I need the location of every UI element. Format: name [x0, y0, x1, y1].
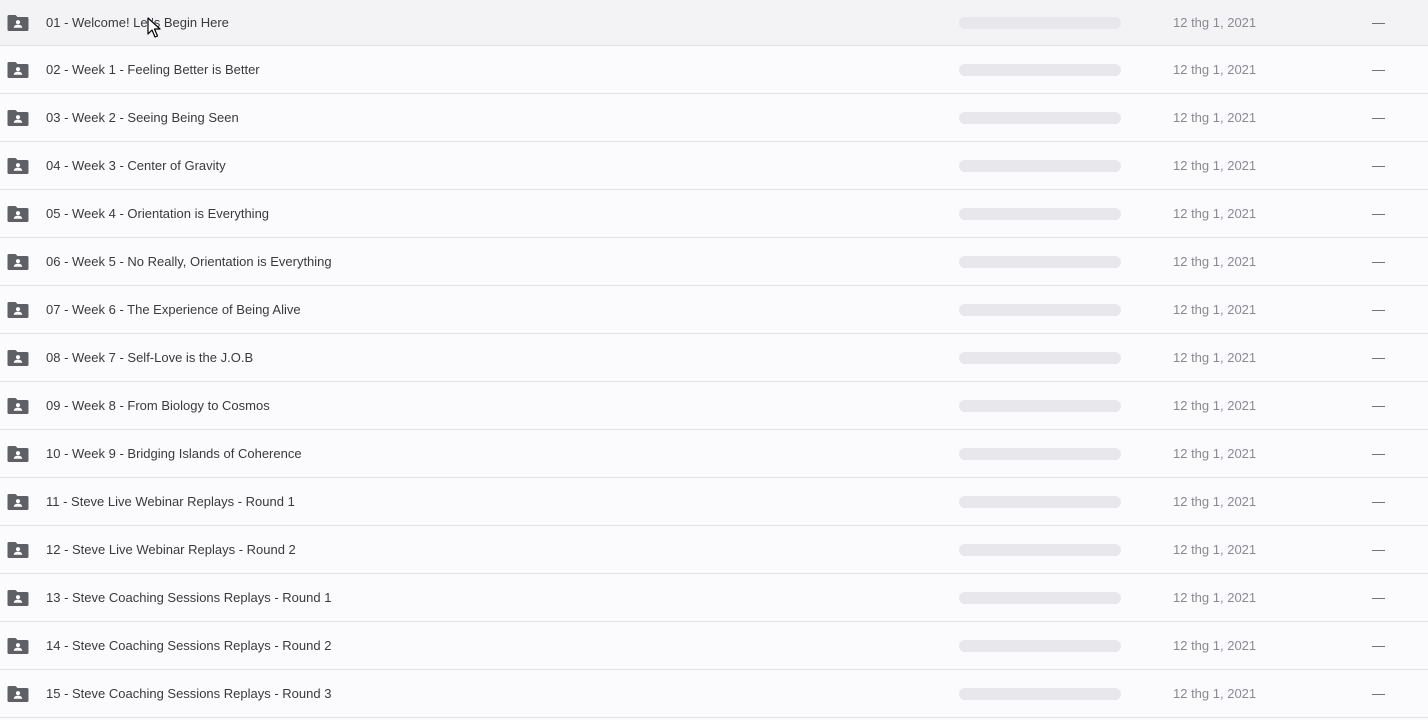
shared-folder-icon — [7, 253, 29, 271]
file-size: — — [1372, 686, 1385, 701]
file-name[interactable]: 10 - Week 9 - Bridging Islands of Cohere… — [46, 446, 302, 461]
owner-placeholder-bar — [959, 63, 1121, 76]
file-row-15[interactable]: 15 - Steve Coaching Sessions Replays - R… — [0, 670, 1428, 718]
file-name[interactable]: 15 - Steve Coaching Sessions Replays - R… — [46, 686, 331, 701]
modified-date: 12 thg 1, 2021 — [1173, 590, 1257, 605]
shared-folder-icon — [7, 109, 29, 127]
modified-date: 12 thg 1, 2021 — [1173, 302, 1257, 317]
shared-folder-icon — [7, 61, 29, 79]
owner-placeholder-bar — [959, 159, 1121, 172]
owner-placeholder-bar — [959, 543, 1121, 556]
file-name[interactable]: 04 - Week 3 - Center of Gravity — [46, 158, 226, 173]
shared-folder-icon — [7, 493, 29, 511]
owner-placeholder-bar — [959, 495, 1121, 508]
owner-placeholder-bar — [959, 351, 1121, 364]
shared-folder-icon — [7, 301, 29, 319]
modified-date: 12 thg 1, 2021 — [1173, 494, 1257, 509]
file-rows: 01 - Welcome! Let's Begin Here 12 thg 1,… — [0, 0, 1428, 718]
modified-date: 12 thg 1, 2021 — [1173, 446, 1257, 461]
shared-folder-icon — [7, 445, 29, 463]
file-size: — — [1372, 254, 1385, 269]
file-row-11[interactable]: 11 - Steve Live Webinar Replays - Round … — [0, 478, 1428, 526]
owner-placeholder-bar — [959, 255, 1121, 268]
file-row-01[interactable]: 01 - Welcome! Let's Begin Here 12 thg 1,… — [0, 0, 1428, 46]
shared-folder-icon — [7, 157, 29, 175]
file-size: — — [1372, 590, 1385, 605]
owner-placeholder-bar — [959, 207, 1121, 220]
modified-date: 12 thg 1, 2021 — [1173, 638, 1257, 653]
file-row-02[interactable]: 02 - Week 1 - Feeling Better is Better 1… — [0, 46, 1428, 94]
file-size: — — [1372, 494, 1385, 509]
file-name[interactable]: 02 - Week 1 - Feeling Better is Better — [46, 62, 260, 77]
modified-date: 12 thg 1, 2021 — [1173, 110, 1257, 125]
file-size: — — [1372, 62, 1385, 77]
shared-folder-icon — [7, 205, 29, 223]
file-size: — — [1372, 446, 1385, 461]
shared-folder-icon — [7, 541, 29, 559]
shared-folder-icon — [7, 349, 29, 367]
file-row-08[interactable]: 08 - Week 7 - Self-Love is the J.O.B 12 … — [0, 334, 1428, 382]
file-name[interactable]: 11 - Steve Live Webinar Replays - Round … — [46, 494, 295, 509]
file-size: — — [1372, 398, 1385, 413]
shared-folder-icon — [7, 637, 29, 655]
file-row-03[interactable]: 03 - Week 2 - Seeing Being Seen 12 thg 1… — [0, 94, 1428, 142]
shared-folder-icon — [7, 589, 29, 607]
file-size: — — [1372, 638, 1385, 653]
file-size: — — [1372, 302, 1385, 317]
file-name[interactable]: 07 - Week 6 - The Experience of Being Al… — [46, 302, 301, 317]
file-name[interactable]: 01 - Welcome! Let's Begin Here — [46, 15, 229, 30]
file-name[interactable]: 05 - Week 4 - Orientation is Everything — [46, 206, 269, 221]
file-size: — — [1372, 542, 1385, 557]
modified-date: 12 thg 1, 2021 — [1173, 15, 1257, 30]
owner-placeholder-bar — [959, 16, 1121, 29]
file-row-14[interactable]: 14 - Steve Coaching Sessions Replays - R… — [0, 622, 1428, 670]
file-row-04[interactable]: 04 - Week 3 - Center of Gravity 12 thg 1… — [0, 142, 1428, 190]
file-name[interactable]: 13 - Steve Coaching Sessions Replays - R… — [46, 590, 331, 605]
modified-date: 12 thg 1, 2021 — [1173, 62, 1257, 77]
modified-date: 12 thg 1, 2021 — [1173, 686, 1257, 701]
shared-folder-icon — [7, 397, 29, 415]
owner-placeholder-bar — [959, 303, 1121, 316]
modified-date: 12 thg 1, 2021 — [1173, 398, 1257, 413]
modified-date: 12 thg 1, 2021 — [1173, 542, 1257, 557]
file-name[interactable]: 12 - Steve Live Webinar Replays - Round … — [46, 542, 296, 557]
file-name[interactable]: 06 - Week 5 - No Really, Orientation is … — [46, 254, 332, 269]
file-name[interactable]: 09 - Week 8 - From Biology to Cosmos — [46, 398, 270, 413]
file-name[interactable]: 03 - Week 2 - Seeing Being Seen — [46, 110, 239, 125]
file-name[interactable]: 14 - Steve Coaching Sessions Replays - R… — [46, 638, 331, 653]
owner-placeholder-bar — [959, 399, 1121, 412]
file-row-05[interactable]: 05 - Week 4 - Orientation is Everything … — [0, 190, 1428, 238]
modified-date: 12 thg 1, 2021 — [1173, 206, 1257, 221]
owner-placeholder-bar — [959, 591, 1121, 604]
file-row-09[interactable]: 09 - Week 8 - From Biology to Cosmos 12 … — [0, 382, 1428, 430]
shared-folder-icon — [7, 14, 29, 32]
owner-placeholder-bar — [959, 447, 1121, 460]
file-row-12[interactable]: 12 - Steve Live Webinar Replays - Round … — [0, 526, 1428, 574]
file-size: — — [1372, 110, 1385, 125]
file-size: — — [1372, 158, 1385, 173]
modified-date: 12 thg 1, 2021 — [1173, 254, 1257, 269]
shared-folder-icon — [7, 685, 29, 703]
file-row-10[interactable]: 10 - Week 9 - Bridging Islands of Cohere… — [0, 430, 1428, 478]
owner-placeholder-bar — [959, 111, 1121, 124]
file-list: 01 - Welcome! Let's Begin Here 12 thg 1,… — [0, 0, 1428, 720]
file-name[interactable]: 08 - Week 7 - Self-Love is the J.O.B — [46, 350, 253, 365]
file-row-07[interactable]: 07 - Week 6 - The Experience of Being Al… — [0, 286, 1428, 334]
owner-placeholder-bar — [959, 687, 1121, 700]
file-row-06[interactable]: 06 - Week 5 - No Really, Orientation is … — [0, 238, 1428, 286]
file-size: — — [1372, 15, 1385, 30]
owner-placeholder-bar — [959, 639, 1121, 652]
modified-date: 12 thg 1, 2021 — [1173, 350, 1257, 365]
file-row-13[interactable]: 13 - Steve Coaching Sessions Replays - R… — [0, 574, 1428, 622]
modified-date: 12 thg 1, 2021 — [1173, 158, 1257, 173]
file-size: — — [1372, 350, 1385, 365]
file-size: — — [1372, 206, 1385, 221]
